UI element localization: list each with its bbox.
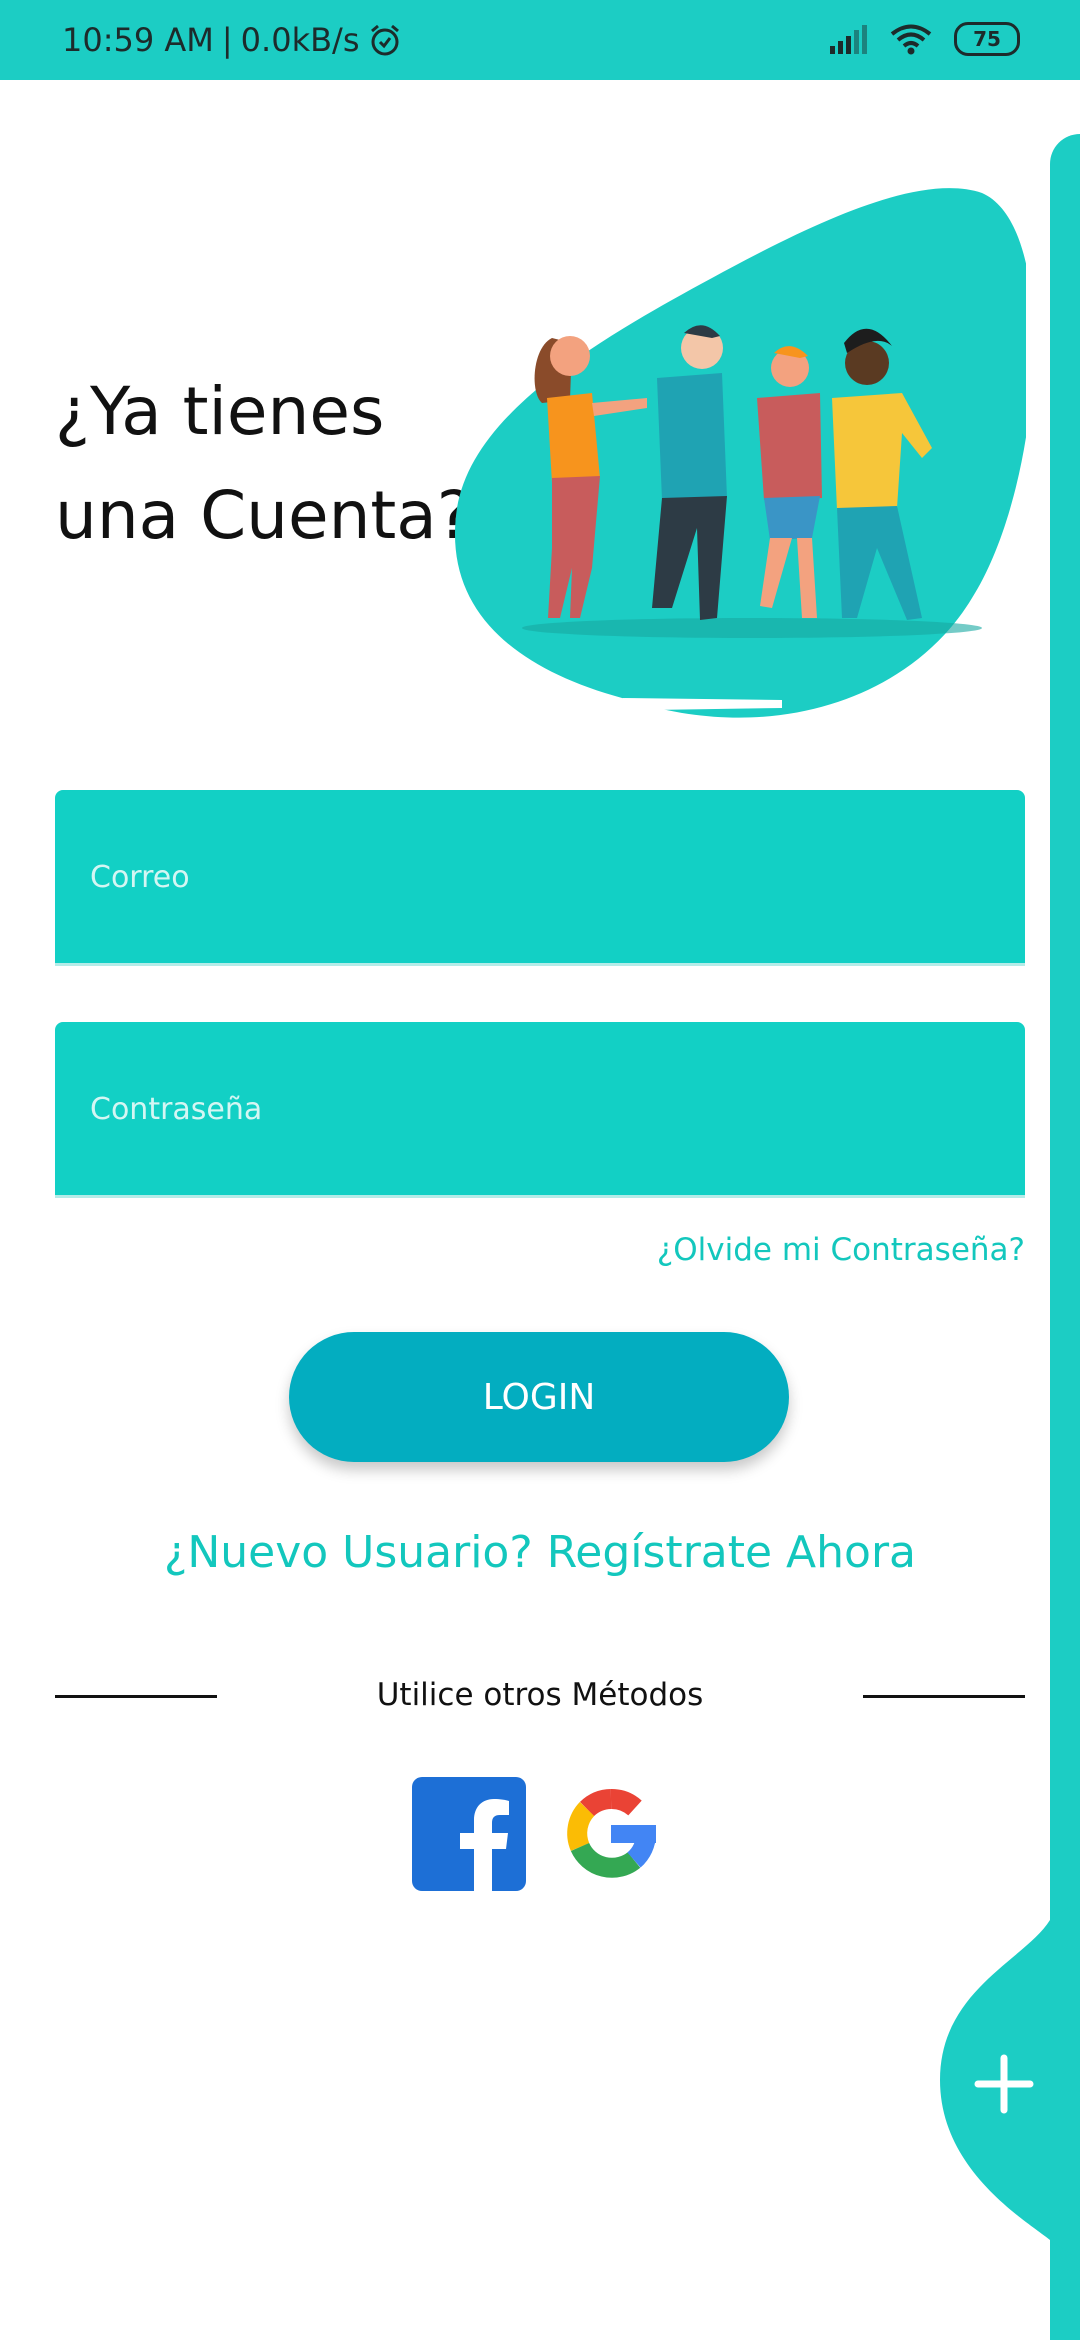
plus-icon <box>974 2054 1034 2114</box>
status-separator: | <box>221 21 233 59</box>
illustration-blob <box>455 188 1026 718</box>
register-link[interactable]: ¿Nuevo Usuario? Regístrate Ahora <box>0 1527 1080 1578</box>
login-button[interactable]: LOGIN <box>289 1332 789 1462</box>
forgot-password-link[interactable]: ¿Olvide mi Contraseña? <box>657 1232 1025 1268</box>
add-button[interactable] <box>968 2048 1040 2120</box>
battery-level: 75 <box>973 27 1001 51</box>
status-bar: 10:59 AM | 0.0kB/s 75 <box>0 0 1080 80</box>
wifi-icon <box>890 24 932 55</box>
email-input[interactable] <box>88 790 992 965</box>
alarm-icon <box>370 24 399 56</box>
password-input[interactable] <box>88 1022 992 1197</box>
status-right: 75 <box>828 22 1020 56</box>
google-icon[interactable] <box>554 1777 668 1891</box>
heading-line-1: ¿Ya tienes <box>55 373 385 450</box>
password-field[interactable] <box>55 1022 1025 1198</box>
status-time: 10:59 AM <box>62 21 214 59</box>
battery-icon: 75 <box>954 22 1020 56</box>
divider-right <box>863 1695 1025 1698</box>
group-of-friends-illustration <box>455 188 1026 718</box>
page-heading: ¿Ya tienes una Cuenta? <box>55 360 475 568</box>
heading-line-2: una Cuenta? <box>55 477 472 554</box>
status-left: 10:59 AM | 0.0kB/s <box>62 20 402 60</box>
signal-icon <box>830 25 867 54</box>
email-field[interactable] <box>55 790 1025 966</box>
login-button-label: LOGIN <box>482 1376 596 1418</box>
facebook-icon[interactable] <box>412 1777 526 1891</box>
status-network-speed: 0.0kB/s <box>240 21 360 59</box>
